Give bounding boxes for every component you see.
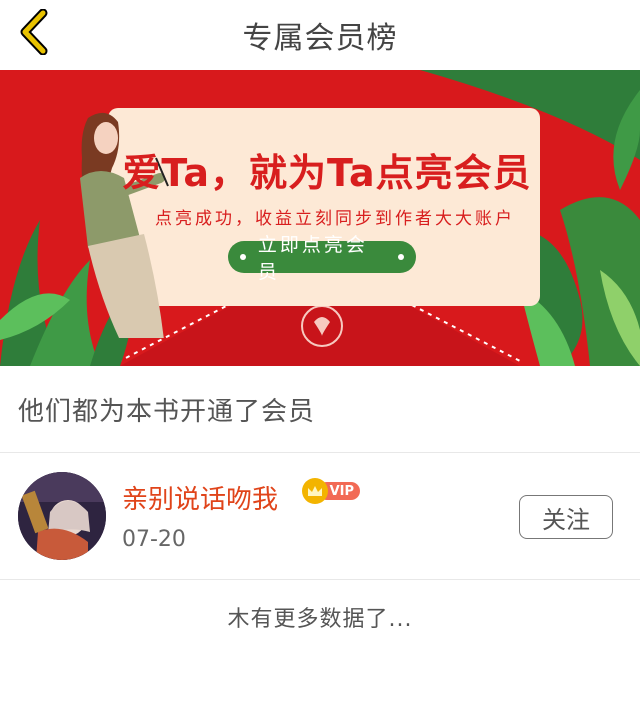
promo-banner[interactable]: 爱Ta，就为Ta点亮会员 点亮成功，收益立刻同步到作者大大账户 立即点亮会员 (0, 70, 640, 366)
chevron-left-icon (17, 8, 51, 59)
crown-icon (302, 478, 328, 504)
back-button[interactable] (12, 8, 56, 60)
light-up-member-button[interactable]: 立即点亮会员 (228, 234, 416, 283)
avatar[interactable] (18, 472, 106, 560)
member-date: 07-20 (122, 527, 186, 552)
section-heading: 他们都为本书开通了会员 (18, 396, 316, 427)
dot-icon (398, 254, 404, 260)
member-list-item[interactable]: 亲别说话吻我 VIP 07-20 关注 (0, 453, 640, 579)
banner-subtitle: 点亮成功，收益立刻同步到作者大大账户 (155, 209, 515, 229)
top-bar: 专属会员榜 (0, 0, 640, 70)
member-name[interactable]: 亲别说话吻我 (122, 479, 278, 516)
no-more-data-text: 木有更多数据了... (227, 607, 413, 632)
vip-badge: VIP (302, 478, 360, 504)
banner-title: 爱Ta，就为Ta点亮会员 (122, 151, 532, 195)
follow-button[interactable]: 关注 (519, 495, 613, 539)
page-title: 专属会员榜 (242, 21, 398, 56)
cta-label: 立即点亮会员 (257, 234, 368, 283)
dot-icon (240, 254, 246, 260)
